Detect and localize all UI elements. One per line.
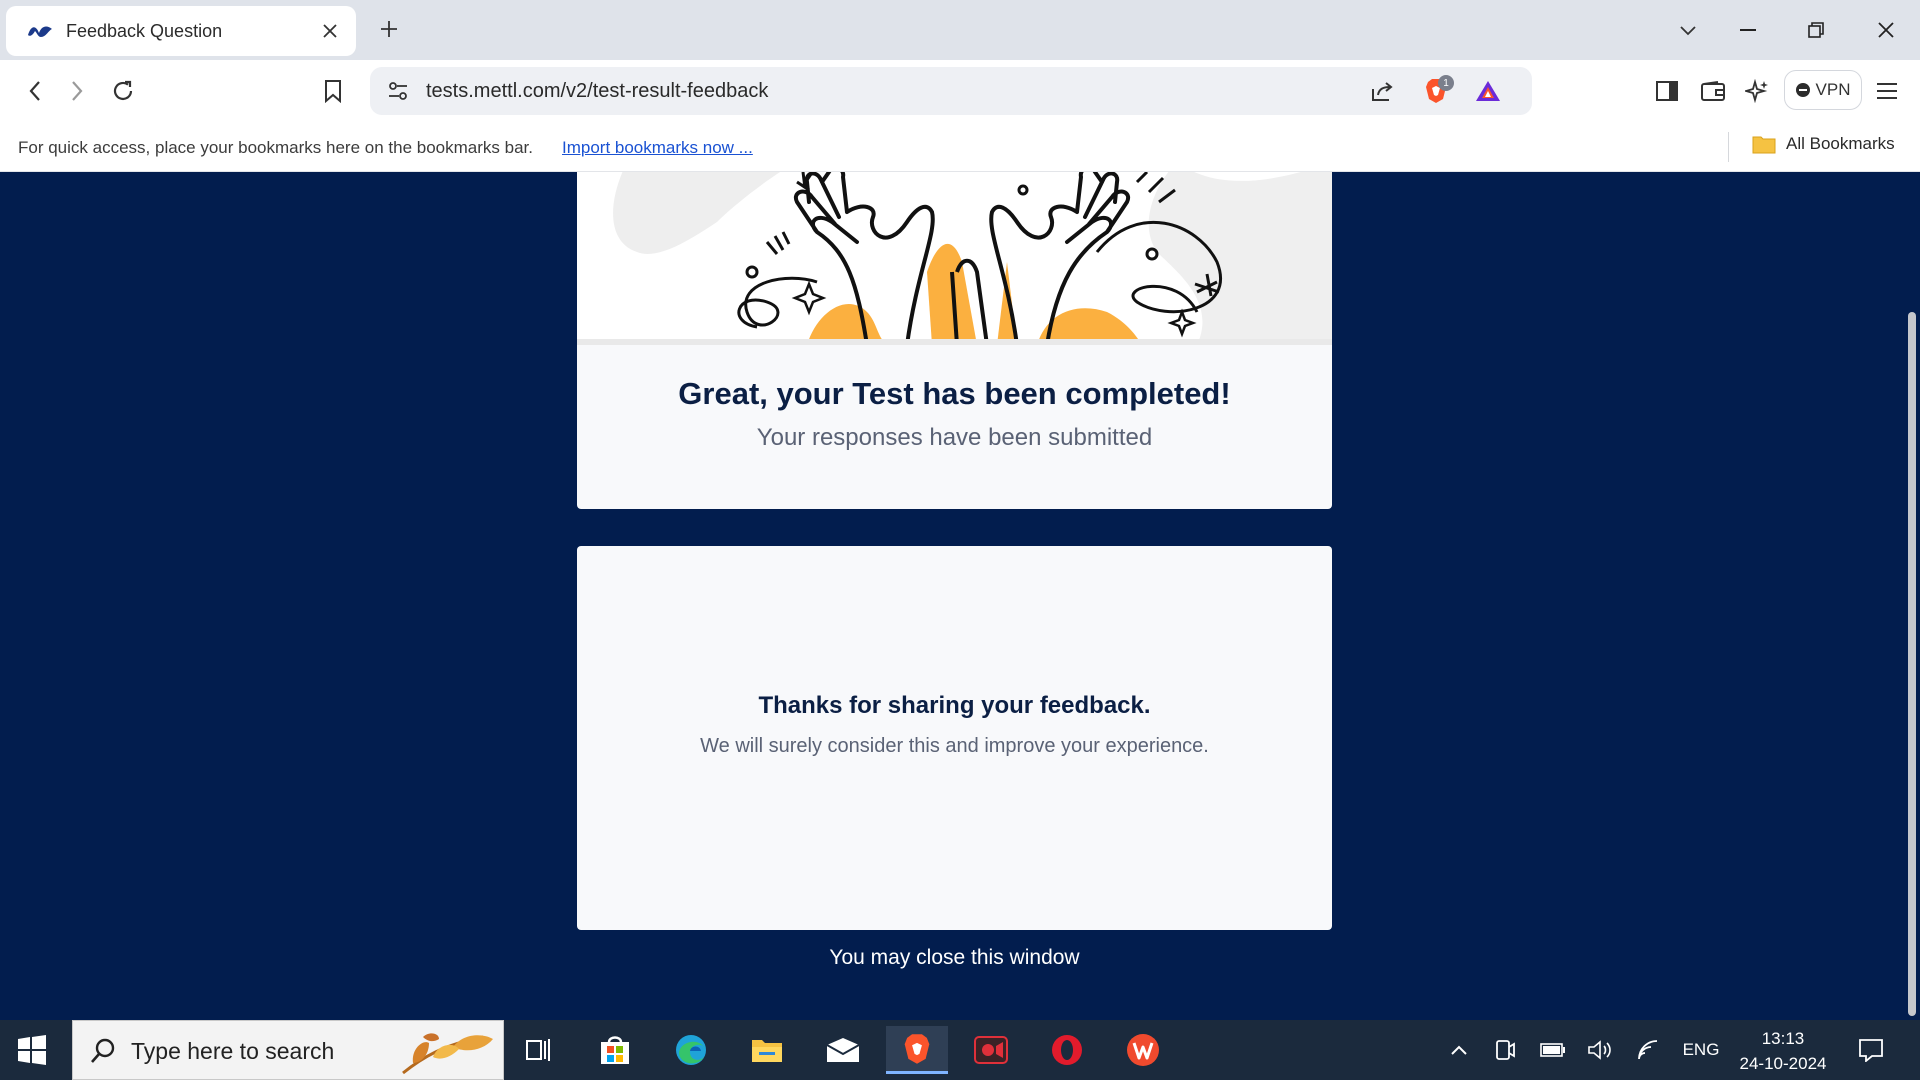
forward-button[interactable] — [60, 74, 94, 108]
brave-shields-icon[interactable]: 1 — [1422, 75, 1454, 105]
volume-icon[interactable] — [1584, 1034, 1616, 1066]
close-tab-icon[interactable] — [318, 19, 342, 43]
network-wifi-icon[interactable] — [1632, 1034, 1664, 1066]
feedback-card: Thanks for sharing your feedback. We wil… — [577, 546, 1332, 930]
high-five-illustration — [577, 172, 1332, 345]
edge-browser-icon[interactable] — [660, 1026, 722, 1074]
new-tab-button[interactable] — [374, 14, 404, 44]
bookmarks-bar: For quick access, place your bookmarks h… — [0, 122, 1920, 172]
brave-rewards-icon[interactable] — [1474, 77, 1502, 105]
bookmark-icon[interactable] — [316, 74, 350, 108]
search-icon — [91, 1038, 115, 1063]
completion-subtitle: Your responses have been submitted — [756, 424, 1153, 451]
page-viewport: Great, your Test has been completed! You… — [0, 172, 1920, 1020]
battery-icon[interactable] — [1536, 1034, 1570, 1066]
reload-button[interactable] — [106, 74, 140, 108]
tab-title: Feedback Question — [66, 20, 223, 41]
microsoft-store-icon[interactable] — [584, 1026, 646, 1074]
system-clock[interactable]: 13:13 24-10-2024 — [1738, 1026, 1828, 1076]
mail-icon[interactable] — [812, 1026, 874, 1074]
clock-time: 13:13 — [1761, 1029, 1805, 1048]
vpn-button[interactable]: VPN — [1784, 70, 1862, 110]
task-view-icon[interactable] — [508, 1026, 570, 1074]
taskbar-search-box[interactable]: Type here to search — [72, 1020, 504, 1080]
screen-recorder-icon[interactable] — [960, 1026, 1022, 1074]
meet-now-icon[interactable] — [1490, 1034, 1520, 1066]
folder-icon — [1752, 136, 1776, 154]
show-hidden-icons-chevron-icon[interactable] — [1444, 1034, 1474, 1066]
completion-card: Great, your Test has been completed! You… — [577, 172, 1332, 509]
menu-icon[interactable] — [1870, 74, 1904, 108]
minimize-icon[interactable] — [1730, 12, 1766, 48]
input-language-indicator[interactable]: ENG — [1676, 1034, 1726, 1066]
opera-browser-icon[interactable] — [1036, 1026, 1098, 1074]
tab-feedback-question[interactable]: Feedback Question — [6, 6, 356, 56]
completion-title: Great, your Test has been completed! — [678, 376, 1231, 411]
restore-icon[interactable] — [1798, 12, 1834, 48]
autumn-leaves-icon — [402, 1033, 493, 1075]
close-window-icon[interactable] — [1868, 12, 1904, 48]
import-bookmarks-link[interactable]: Import bookmarks now ... — [562, 138, 753, 158]
page-scrollbar[interactable] — [1908, 312, 1916, 1016]
vpn-label: VPN — [1815, 80, 1851, 99]
tab-strip: Feedback Question — [0, 0, 1920, 60]
shields-count-badge: 1 — [1438, 75, 1454, 91]
url-text: tests.mettl.com/v2/test-result-feedback — [426, 80, 769, 102]
tab-search-chevron-icon[interactable] — [1670, 12, 1706, 48]
windows-start-icon[interactable] — [16, 1034, 48, 1066]
all-bookmarks-label: All Bookmarks — [1786, 134, 1895, 153]
site-settings-icon[interactable] — [384, 77, 412, 105]
mettl-favicon-icon — [28, 26, 52, 37]
feedback-title: Thanks for sharing your feedback. — [758, 692, 1151, 719]
brave-browser-taskbar-icon[interactable] — [886, 1026, 948, 1074]
wallet-icon[interactable] — [1696, 74, 1730, 108]
bookmarks-hint-text: For quick access, place your bookmarks h… — [18, 138, 533, 157]
all-bookmarks-button[interactable]: All Bookmarks — [1752, 134, 1895, 154]
clock-date: 24-10-2024 — [1739, 1054, 1827, 1073]
search-placeholder: Type here to search — [131, 1038, 335, 1064]
address-bar[interactable]: tests.mettl.com/v2/test-result-feedback … — [370, 67, 1532, 115]
file-explorer-icon[interactable] — [736, 1026, 798, 1074]
windows-taskbar: Type here to search ENG 13:13 24-10-2024 — [0, 1020, 1920, 1080]
back-button[interactable] — [18, 74, 52, 108]
close-window-message: You may close this window — [829, 946, 1080, 969]
feedback-subtitle: We will surely consider this and improve… — [700, 735, 1209, 757]
vpn-status-icon — [1795, 83, 1810, 97]
wps-office-icon[interactable] — [1112, 1026, 1174, 1074]
bookmarks-divider — [1728, 132, 1729, 162]
sidebar-toggle-icon[interactable] — [1650, 74, 1684, 108]
share-icon[interactable] — [1368, 77, 1396, 105]
leo-ai-icon[interactable] — [1740, 74, 1774, 108]
notification-center-icon[interactable] — [1854, 1034, 1888, 1066]
address-toolbar: tests.mettl.com/v2/test-result-feedback … — [0, 60, 1920, 122]
